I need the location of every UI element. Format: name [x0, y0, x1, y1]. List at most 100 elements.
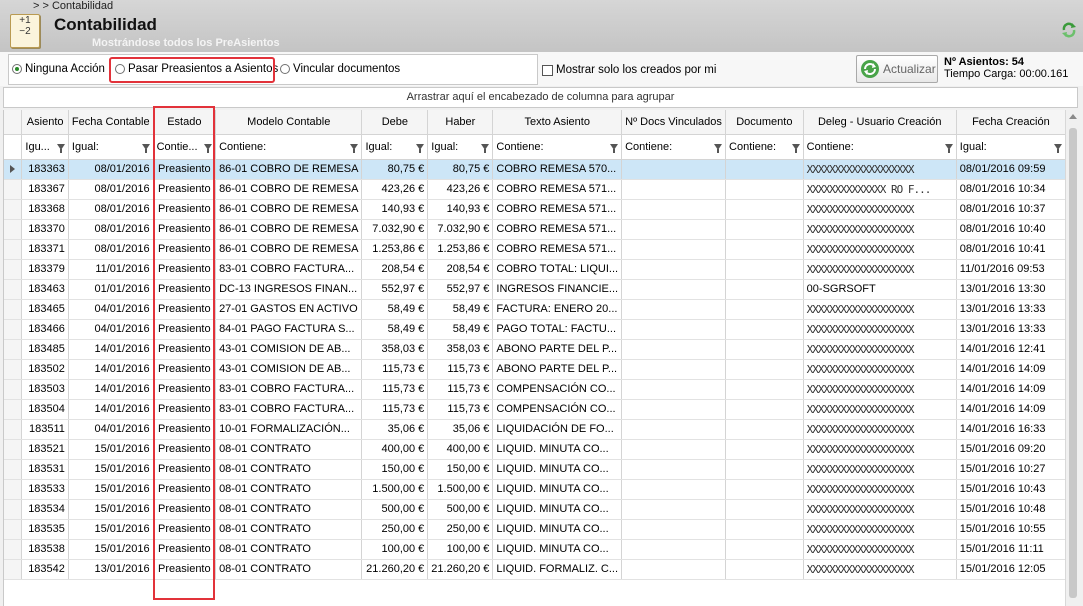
cell-usuario-creacion[interactable]: XXXXXXXXXXXXXXXXXXX	[803, 239, 957, 260]
cell-documento[interactable]	[725, 219, 804, 240]
table-row[interactable]: 183521 15/01/2016 Preasiento 08-01 CONTRATO…	[4, 439, 1066, 460]
cell-estado[interactable]: Preasiento	[153, 239, 217, 260]
cell-haber[interactable]: 423,26 €	[427, 179, 494, 200]
cell-fecha-contable[interactable]: 04/01/2016	[68, 319, 154, 340]
row-indicator[interactable]	[4, 419, 23, 440]
cell-documento[interactable]	[725, 399, 804, 420]
funnel-icon[interactable]	[204, 143, 213, 153]
cell-fecha-creacion[interactable]: 14/01/2016 16:33	[956, 419, 1066, 440]
table-row[interactable]: 183542 13/01/2016 Preasiento 08-01 CONTRATO…	[4, 559, 1066, 580]
cell-texto-asiento[interactable]: LIQUID. MINUTA CO...	[492, 539, 623, 560]
cell-debe[interactable]: 150,00 €	[361, 459, 429, 480]
funnel-icon[interactable]	[56, 143, 65, 153]
cell-asiento[interactable]: 183363	[21, 159, 69, 180]
row-indicator[interactable]	[4, 559, 23, 580]
funnel-icon[interactable]	[610, 143, 619, 153]
cell-docs-vinculados[interactable]	[621, 479, 727, 500]
filter-cell[interactable]: Igu...	[25, 141, 65, 153]
cell-debe[interactable]: 7.032,90 €	[361, 219, 429, 240]
table-row[interactable]: 183538 15/01/2016 Preasiento 08-01 CONTRATO…	[4, 539, 1066, 560]
cell-documento[interactable]	[725, 479, 804, 500]
update-button[interactable]: Actualizar	[856, 55, 938, 83]
radio-dot[interactable]	[12, 64, 22, 74]
cell-modelo-contable[interactable]: DC-13 INGRESOS FINAN...	[215, 279, 363, 300]
cell-modelo-contable[interactable]: 84-01 PAGO FACTURA S...	[215, 319, 363, 340]
cell-documento[interactable]	[725, 159, 804, 180]
cell-docs-vinculados[interactable]	[621, 299, 727, 320]
cell-usuario-creacion[interactable]: XXXXXXXXXXXXXXXXXXX	[803, 319, 957, 340]
column-header-fecha-contable[interactable]: Fecha Contable	[68, 110, 154, 135]
cell-estado[interactable]: Preasiento	[153, 219, 217, 240]
table-row[interactable]: 183485 14/01/2016 Preasiento 43-01 COMISION…	[4, 339, 1066, 360]
cell-estado[interactable]: Preasiento	[153, 159, 217, 180]
cell-fecha-creacion[interactable]: 15/01/2016 10:48	[956, 499, 1066, 520]
cell-usuario-creacion[interactable]: XXXXXXXXXXXXXXXXXXX	[803, 159, 957, 180]
cell-estado[interactable]: Preasiento	[153, 419, 217, 440]
cell-debe[interactable]: 80,75 €	[361, 159, 429, 180]
filter-fecha-contable[interactable]: Igual:	[68, 134, 154, 160]
table-row[interactable]: 183531 15/01/2016 Preasiento 08-01 CONTRATO…	[4, 459, 1066, 480]
funnel-icon[interactable]	[481, 143, 490, 153]
cell-texto-asiento[interactable]: COBRO TOTAL: LIQUI...	[492, 259, 623, 280]
column-header-usuario-creacion[interactable]: Deleg - Usuario Creación	[803, 110, 957, 135]
cell-debe[interactable]: 35,06 €	[361, 419, 429, 440]
cell-docs-vinculados[interactable]	[621, 239, 727, 260]
cell-haber[interactable]: 115,73 €	[427, 379, 494, 400]
cell-estado[interactable]: Preasiento	[153, 199, 217, 220]
filter-cell[interactable]: Contiene:	[625, 141, 723, 153]
cell-docs-vinculados[interactable]	[621, 219, 727, 240]
cell-docs-vinculados[interactable]	[621, 319, 727, 340]
cell-documento[interactable]	[725, 439, 804, 460]
cell-fecha-contable[interactable]: 01/01/2016	[68, 279, 154, 300]
cell-fecha-creacion[interactable]: 08/01/2016 10:37	[956, 199, 1066, 220]
cell-asiento[interactable]: 183503	[21, 379, 69, 400]
scroll-up-icon[interactable]	[1069, 114, 1077, 119]
cell-estado[interactable]: Preasiento	[153, 259, 217, 280]
column-header-haber[interactable]: Haber	[427, 110, 494, 135]
cell-asiento[interactable]: 183465	[21, 299, 69, 320]
cell-usuario-creacion[interactable]: XXXXXXXXXXXXXXXXXXX	[803, 259, 957, 280]
cell-texto-asiento[interactable]: ABONO PARTE DEL P...	[492, 339, 623, 360]
cell-debe[interactable]: 115,73 €	[361, 399, 429, 420]
cell-texto-asiento[interactable]: ABONO PARTE DEL P...	[492, 359, 623, 380]
cell-fecha-contable[interactable]: 15/01/2016	[68, 479, 154, 500]
cell-modelo-contable[interactable]: 43-01 COMISION DE AB...	[215, 359, 363, 380]
cell-fecha-creacion[interactable]: 15/01/2016 12:05	[956, 559, 1066, 580]
filter-cell[interactable]: Contiene:	[496, 141, 619, 153]
cell-estado[interactable]: Preasiento	[153, 339, 217, 360]
cell-debe[interactable]: 423,26 €	[361, 179, 429, 200]
cell-docs-vinculados[interactable]	[621, 359, 727, 380]
filter-fecha-creacion[interactable]: Igual:	[956, 134, 1066, 160]
cell-estado[interactable]: Preasiento	[153, 399, 217, 420]
filter-cell[interactable]: Igual:	[72, 141, 150, 153]
table-row[interactable]: 183502 14/01/2016 Preasiento 43-01 COMISION…	[4, 359, 1066, 380]
cell-fecha-creacion[interactable]: 14/01/2016 14:09	[956, 379, 1066, 400]
cell-estado[interactable]: Preasiento	[153, 459, 217, 480]
cell-documento[interactable]	[725, 199, 804, 220]
cell-texto-asiento[interactable]: LIQUID. MINUTA CO...	[492, 439, 623, 460]
cell-documento[interactable]	[725, 539, 804, 560]
cell-docs-vinculados[interactable]	[621, 459, 727, 480]
cell-modelo-contable[interactable]: 08-01 CONTRATO	[215, 479, 363, 500]
cell-fecha-creacion[interactable]: 13/01/2016 13:30	[956, 279, 1066, 300]
cell-fecha-creacion[interactable]: 15/01/2016 10:27	[956, 459, 1066, 480]
table-row[interactable]: 183370 08/01/2016 Preasiento 86-01 COBRO DE…	[4, 219, 1066, 240]
cell-fecha-contable[interactable]: 15/01/2016	[68, 539, 154, 560]
column-header-debe[interactable]: Debe	[361, 110, 429, 135]
cell-modelo-contable[interactable]: 86-01 COBRO DE REMESA	[215, 159, 363, 180]
cell-usuario-creacion[interactable]: XXXXXXXXXXXXXXXXXXX	[803, 199, 957, 220]
cell-usuario-creacion[interactable]: XXXXXXXXXXXXXXXXXXX	[803, 339, 957, 360]
cell-texto-asiento[interactable]: COBRO REMESA 571...	[492, 179, 623, 200]
cell-haber[interactable]: 250,00 €	[427, 519, 494, 540]
cell-fecha-creacion[interactable]: 15/01/2016 11:11	[956, 539, 1066, 560]
cell-asiento[interactable]: 183370	[21, 219, 69, 240]
filter-haber[interactable]: Igual:	[427, 134, 494, 160]
table-row[interactable]: 183463 01/01/2016 Preasiento DC-13 INGRESOS…	[4, 279, 1066, 300]
cell-fecha-contable[interactable]: 11/01/2016	[68, 259, 154, 280]
cell-fecha-contable[interactable]: 15/01/2016	[68, 439, 154, 460]
cell-asiento[interactable]: 183511	[21, 419, 69, 440]
cell-modelo-contable[interactable]: 86-01 COBRO DE REMESA	[215, 199, 363, 220]
cell-docs-vinculados[interactable]	[621, 559, 727, 580]
cell-documento[interactable]	[725, 319, 804, 340]
row-indicator[interactable]	[4, 299, 23, 320]
